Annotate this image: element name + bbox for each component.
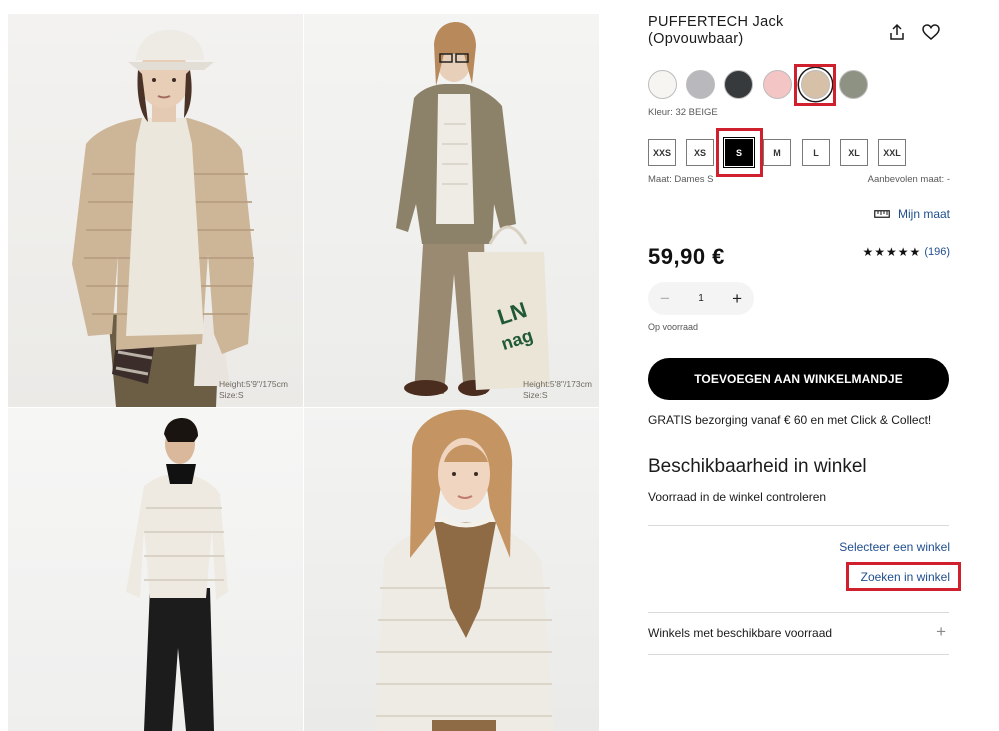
product-rating: ★★★★★ (196) — [863, 245, 950, 259]
highlight-box-size — [716, 128, 763, 177]
color-swatch-pink[interactable] — [763, 70, 792, 99]
stock-status: Op voorraad — [648, 322, 699, 332]
color-swatch-olive[interactable] — [839, 70, 868, 99]
my-size-label: Mijn maat — [897, 207, 950, 221]
quantity-stepper: − 1 + — [648, 282, 754, 315]
product-title: PUFFERTECH Jack (Opvouwbaar) — [648, 14, 784, 47]
size-option-l[interactable]: L — [802, 139, 830, 166]
photo-caption-height: Height:5'8"/173cm — [523, 379, 592, 389]
quantity-value: 1 — [698, 293, 704, 304]
share-icon[interactable] — [887, 22, 907, 42]
stores-with-stock-label[interactable]: Winkels met beschikbare voorraad — [648, 626, 832, 640]
size-option-xl[interactable]: XL — [840, 139, 868, 166]
photo-caption-height: Height:5'9"/175cm — [219, 379, 288, 389]
size-option-xxs[interactable]: XXS — [648, 139, 676, 166]
size-option-xs[interactable]: XS — [686, 139, 714, 166]
recommended-size-label: Aanbevolen maat: - — [867, 174, 950, 185]
product-photo-4[interactable] — [304, 408, 599, 731]
divider — [648, 525, 949, 526]
shipping-note: GRATIS bezorging vanaf € 60 en met Click… — [648, 413, 932, 427]
rating-stars: ★★★★★ — [862, 245, 922, 259]
color-swatch-grey[interactable] — [686, 70, 715, 99]
photo-caption-size: Size:S — [219, 390, 244, 400]
product-details-panel: PUFFERTECH Jack (Opvouwbaar) Kleur: 32 B… — [648, 0, 961, 731]
product-price: 59,90 € — [648, 244, 725, 269]
photo-caption-size: Size:S — [523, 390, 548, 400]
plus-icon[interactable]: + — [732, 290, 742, 307]
highlight-box-color — [794, 64, 836, 106]
divider — [648, 654, 949, 655]
minus-icon[interactable]: − — [660, 290, 670, 307]
product-gallery: Height:5'9"/175cm Size:S LN nag Height:5… — [8, 14, 599, 731]
divider — [648, 612, 949, 613]
reviews-count-link[interactable]: (196) — [924, 246, 950, 258]
select-store-link[interactable]: Selecteer een winkel — [839, 540, 950, 554]
color-label: Kleur: 32 BEIGE — [648, 107, 718, 118]
size-option-xxl[interactable]: XXL — [878, 139, 906, 166]
store-availability-subtitle: Voorraad in de winkel controleren — [648, 490, 827, 504]
size-selector: XXS XS S M L XL XXL — [648, 139, 918, 166]
ruler-icon — [874, 207, 890, 221]
product-photo-2[interactable]: LN nag Height:5'8"/173cm Size:S — [304, 14, 599, 407]
highlight-box-search-store — [846, 562, 961, 591]
color-swatch-dark-grey[interactable] — [724, 70, 753, 99]
color-swatch-off-white[interactable] — [648, 70, 677, 99]
color-selector — [648, 70, 888, 100]
size-option-m[interactable]: M — [763, 139, 791, 166]
add-to-cart-button[interactable]: TOEVOEGEN AAN WINKELMANDJE — [648, 358, 949, 400]
plus-icon[interactable]: + — [936, 622, 946, 642]
my-size-link[interactable]: Mijn maat — [874, 207, 950, 221]
product-photo-1[interactable]: Height:5'9"/175cm Size:S — [8, 14, 303, 407]
heart-icon[interactable] — [921, 22, 941, 42]
product-photo-3[interactable] — [8, 408, 303, 731]
size-label: Maat: Dames S — [648, 174, 714, 185]
store-availability-title: Beschikbaarheid in winkel — [648, 456, 867, 477]
